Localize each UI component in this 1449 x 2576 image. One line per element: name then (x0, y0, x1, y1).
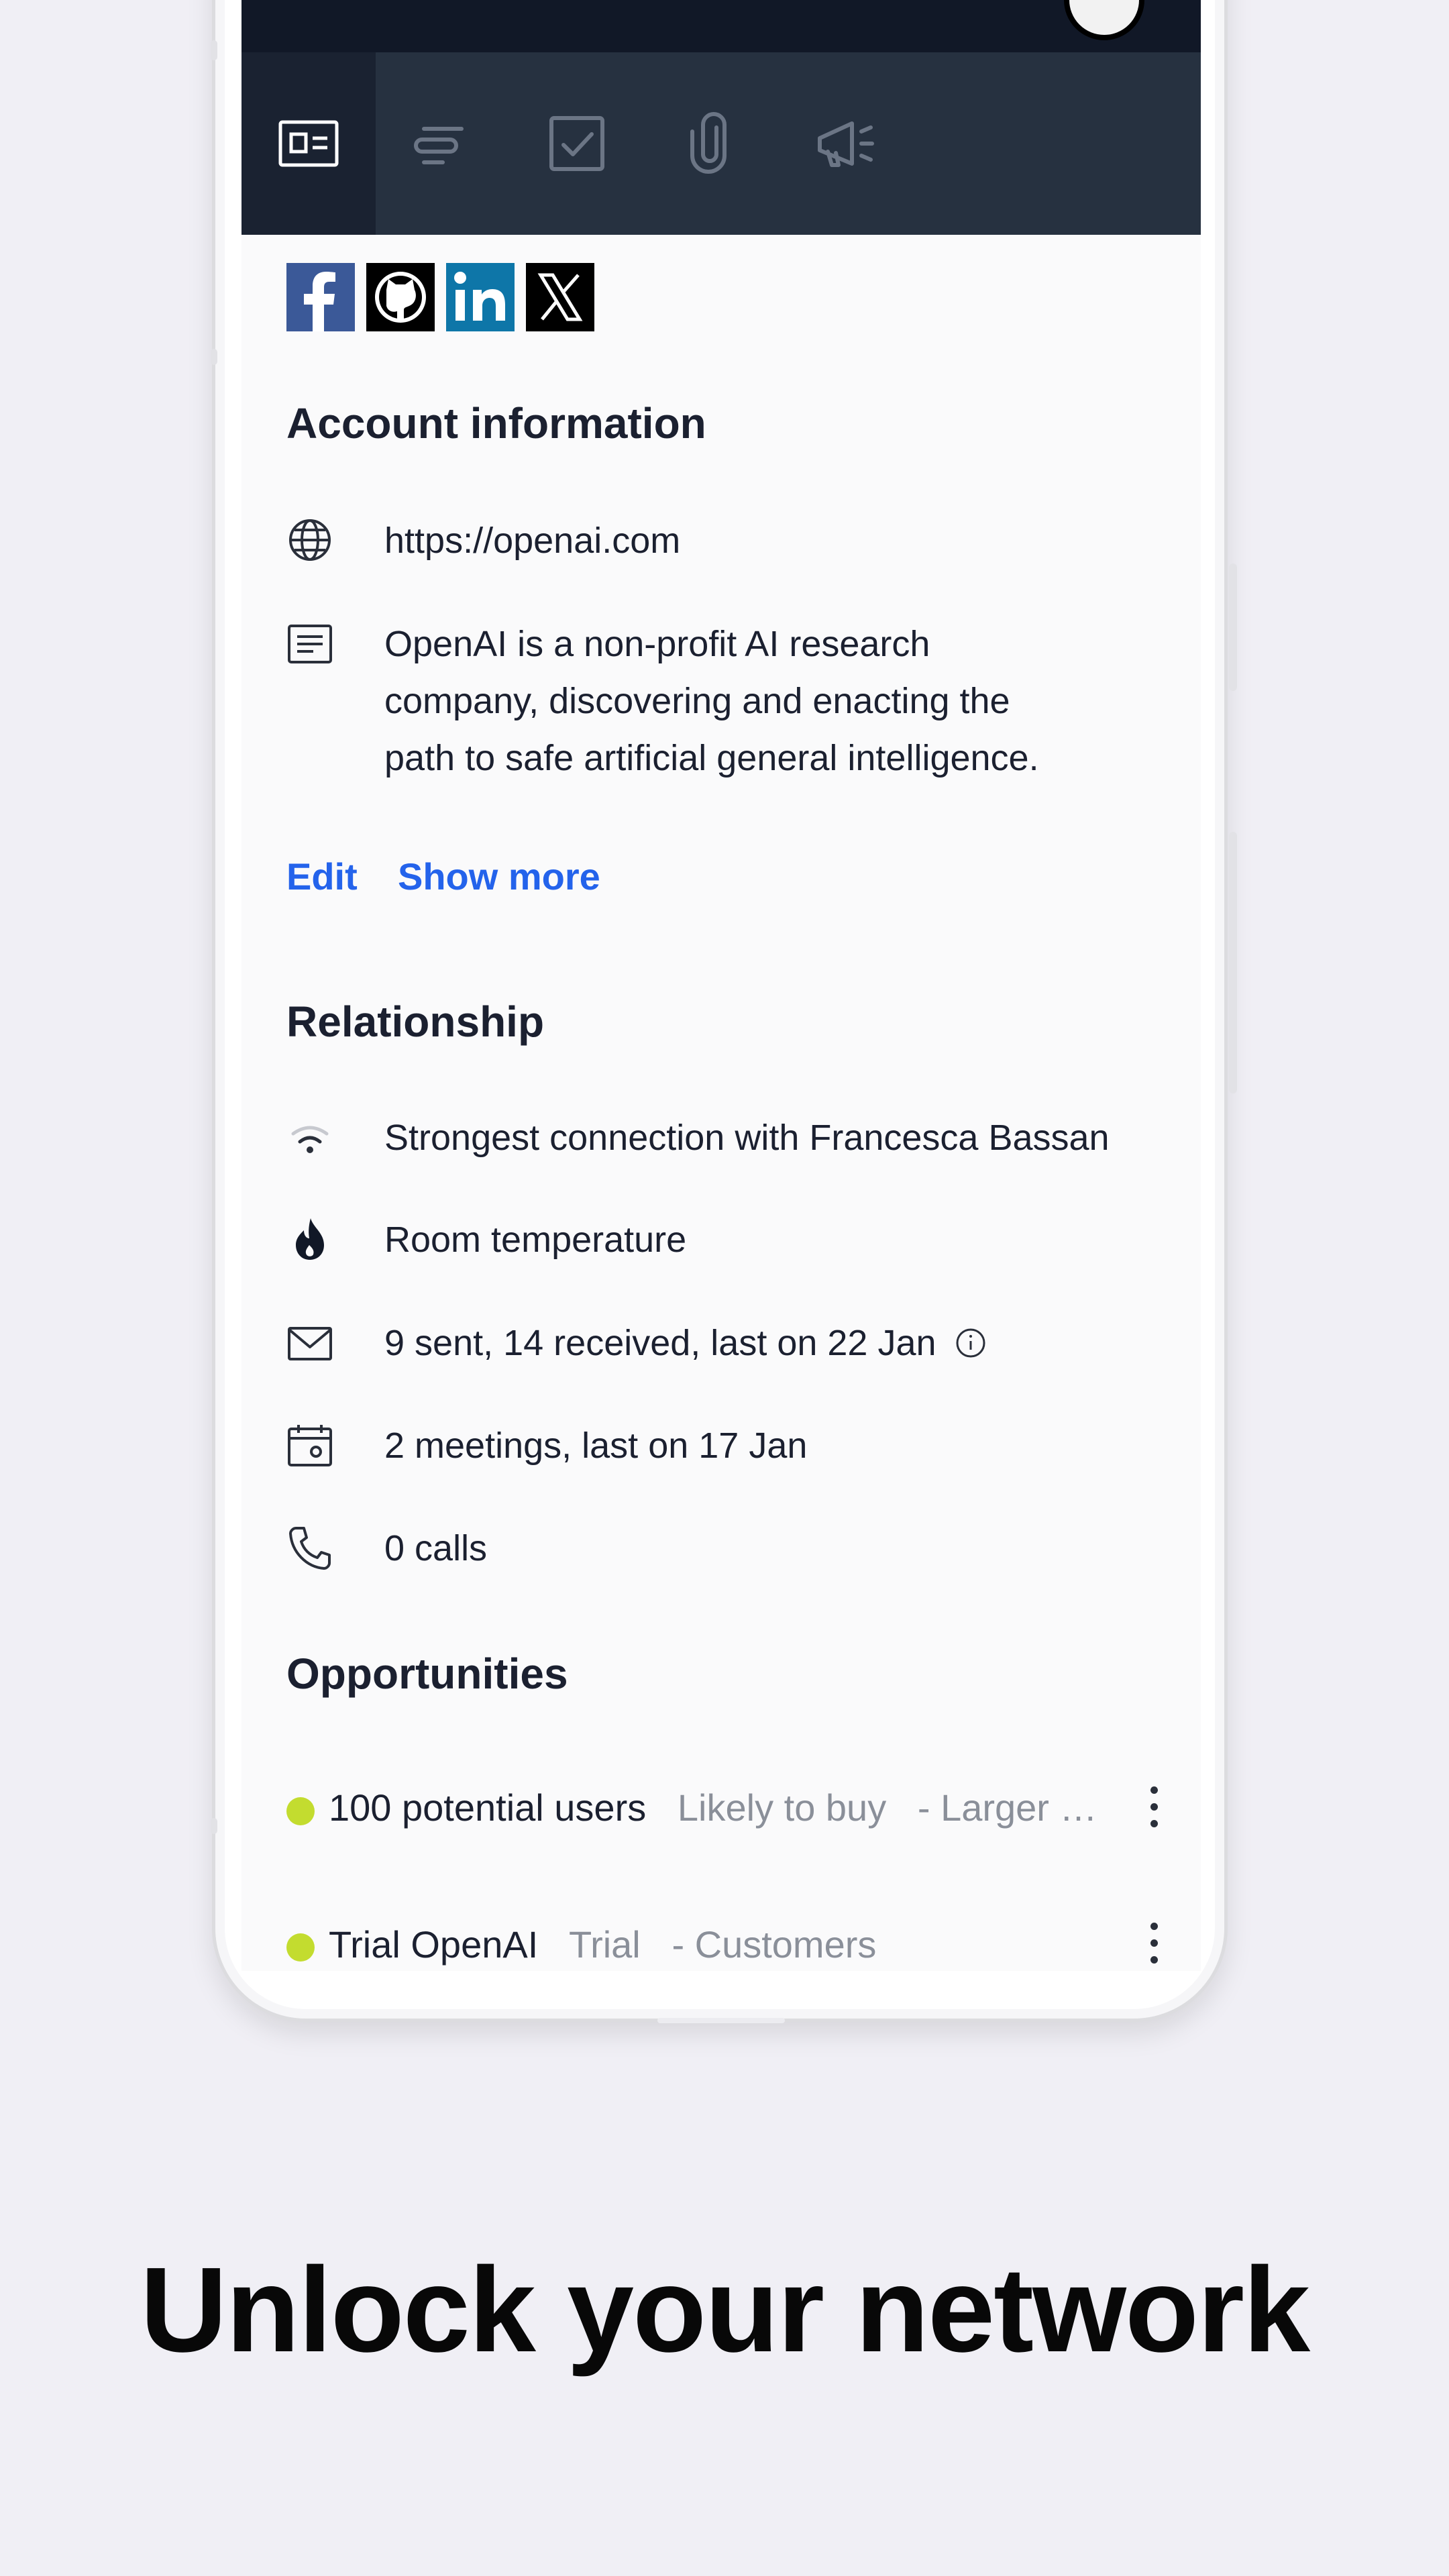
linkedin-icon[interactable] (446, 263, 515, 331)
envelope-icon (286, 1320, 333, 1367)
opportunity-stage: Likely to buy (677, 1786, 887, 1829)
opportunity-pipeline: - Customers (672, 1923, 877, 1966)
status-dot (286, 1797, 315, 1825)
more-options-icon[interactable] (1144, 1786, 1164, 1840)
app-screen: Account information https://openai.com O… (241, 0, 1201, 1971)
website-link[interactable]: https://openai.com (384, 513, 680, 570)
tab-activity[interactable] (376, 52, 510, 235)
globe-icon (286, 517, 333, 564)
timeline-icon (414, 127, 464, 164)
more-options-icon[interactable] (1144, 1923, 1164, 1971)
opportunity-name: Trial OpenAI (329, 1923, 539, 1966)
tab-tasks[interactable] (510, 52, 644, 235)
frame-notch (211, 1818, 217, 1834)
checkbox-icon (549, 116, 604, 171)
github-icon[interactable] (366, 263, 435, 331)
info-icon[interactable] (955, 1327, 987, 1359)
opportunity-row: 100 potential users Likely to buy - Larg… (329, 1786, 1097, 1829)
opportunity-name: 100 potential users (329, 1786, 647, 1829)
frame-notch (211, 349, 217, 365)
megaphone-icon (818, 121, 874, 167)
tab-attachments[interactable] (644, 52, 778, 235)
paperclip-icon (690, 112, 727, 174)
volume-button (1229, 564, 1237, 691)
call-stats: 0 calls (384, 1528, 488, 1568)
description-line: company, discovering and enacting the (384, 681, 1010, 721)
meeting-stats: 2 meetings, last on 17 Jan (384, 1426, 808, 1466)
description-line: path to safe artificial general intellig… (384, 738, 1039, 778)
description-icon (286, 621, 333, 667)
relationship-heading: Relationship (286, 998, 545, 1046)
signal-strength-icon (286, 1115, 333, 1162)
opportunity-row: Trial OpenAI Trial - Customers (329, 1923, 876, 1966)
calendar-icon (286, 1422, 333, 1469)
phone-icon (286, 1524, 333, 1571)
frame-notch (211, 40, 217, 60)
email-stats: 9 sent, 14 received, last on 22 Jan (384, 1323, 936, 1363)
x-icon[interactable] (526, 263, 594, 331)
account-information-heading: Account information (286, 399, 706, 447)
show-more-link[interactable]: Show more (398, 855, 600, 898)
relationship-temperature: Room temperature (384, 1220, 687, 1260)
status-dot (286, 1933, 315, 1962)
power-button (1229, 832, 1237, 1093)
home-indicator-bump (657, 2018, 785, 2023)
opportunities-heading: Opportunities (286, 1650, 568, 1698)
description-line: OpenAI is a non-profit AI research (384, 624, 930, 664)
facebook-icon[interactable] (286, 263, 355, 331)
flame-icon (286, 1216, 333, 1263)
strongest-connection: Strongest connection with Francesca Bass… (384, 1118, 1110, 1158)
record-tab-bar (241, 52, 1201, 235)
contact-card-icon (278, 120, 339, 167)
edit-link[interactable]: Edit (286, 855, 358, 898)
avatar[interactable] (1064, 0, 1144, 40)
tab-campaigns[interactable] (778, 52, 912, 235)
opportunity-stage: Trial (568, 1923, 641, 1966)
marketing-tagline: Unlock your network (140, 2243, 1310, 2377)
tab-overview[interactable] (241, 52, 376, 235)
opportunity-pipeline: - Larger … (917, 1786, 1097, 1829)
top-bar (241, 0, 1201, 52)
